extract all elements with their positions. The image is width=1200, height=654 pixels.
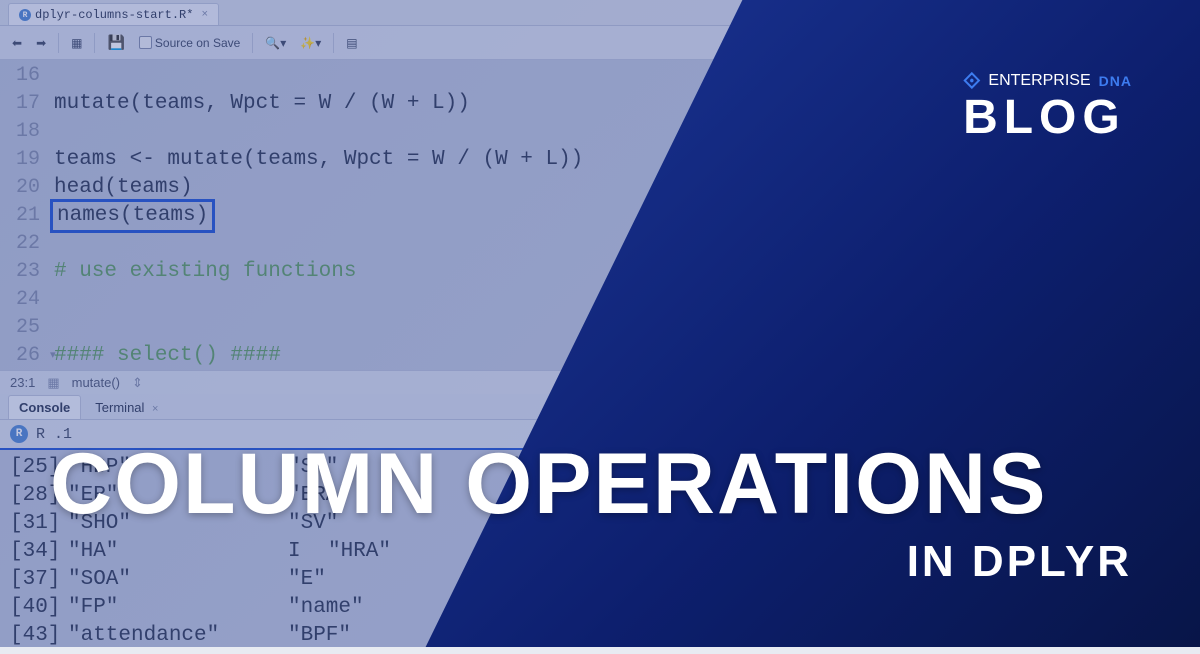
close-icon[interactable]: ×: [152, 403, 158, 415]
brand-blog: BLOG: [963, 90, 1132, 145]
cursor-position: 23:1: [10, 375, 35, 390]
file-tab-label: dplyr-columns-start.R*: [35, 8, 193, 22]
line-number: 16: [0, 62, 54, 90]
brand-enterprise: ENTERPRISE: [988, 72, 1090, 90]
r-console-icon: R: [10, 425, 28, 443]
source-on-save-label: Source on Save: [155, 36, 240, 50]
find-button[interactable]: 🔍▾: [261, 34, 290, 52]
code-comment: # use existing functions: [54, 258, 356, 286]
line-number: 23: [0, 258, 54, 286]
function-icon: ▦: [47, 375, 59, 391]
headline-main: COLUMN OPERATIONS: [50, 441, 1160, 527]
breadcrumb[interactable]: mutate(): [72, 375, 120, 390]
line-number: 22: [0, 230, 54, 258]
line-number: 17: [0, 90, 54, 118]
brand-dna: DNA: [1099, 73, 1132, 89]
headline-sub: IN DPLYR: [907, 537, 1132, 587]
notebook-button[interactable]: ▤: [342, 34, 361, 52]
code-text-highlighted: names(teams): [50, 199, 215, 233]
back-button[interactable]: ⬅: [8, 34, 26, 52]
code-comment: #### select() ####: [54, 342, 281, 370]
code-text: mutate(teams, Wpct = W / (W + L)): [54, 90, 470, 118]
r-file-icon: R: [19, 9, 31, 21]
brand-logo: ⟐ ENTERPRISE DNA BLOG: [963, 68, 1132, 145]
tab-terminal[interactable]: Terminal ×: [85, 396, 168, 419]
line-number: 24: [0, 286, 54, 314]
forward-button[interactable]: ➡: [32, 34, 50, 52]
line-number: 20: [0, 174, 54, 202]
code-text: head(teams): [54, 174, 193, 202]
save-icon[interactable]: 💾: [103, 32, 128, 53]
checkbox-icon: [139, 36, 152, 49]
wand-button[interactable]: ✨▾: [296, 34, 325, 52]
line-number: 19: [0, 146, 54, 174]
show-button[interactable]: ▦: [67, 34, 86, 52]
line-number: 25: [0, 314, 54, 342]
source-on-save-checkbox[interactable]: Source on Save: [135, 34, 244, 52]
close-icon[interactable]: ×: [201, 9, 208, 21]
tab-console[interactable]: Console: [8, 395, 81, 419]
breadcrumb-updown-icon[interactable]: ⇕: [132, 375, 143, 391]
line-number: 21: [0, 202, 54, 230]
line-number: 18: [0, 118, 54, 146]
code-text: teams <- mutate(teams, Wpct = W / (W + L…: [54, 146, 583, 174]
line-number: 26: [0, 342, 54, 370]
headline: COLUMN OPERATIONS: [50, 441, 1160, 527]
file-tab[interactable]: R dplyr-columns-start.R* ×: [8, 3, 219, 25]
